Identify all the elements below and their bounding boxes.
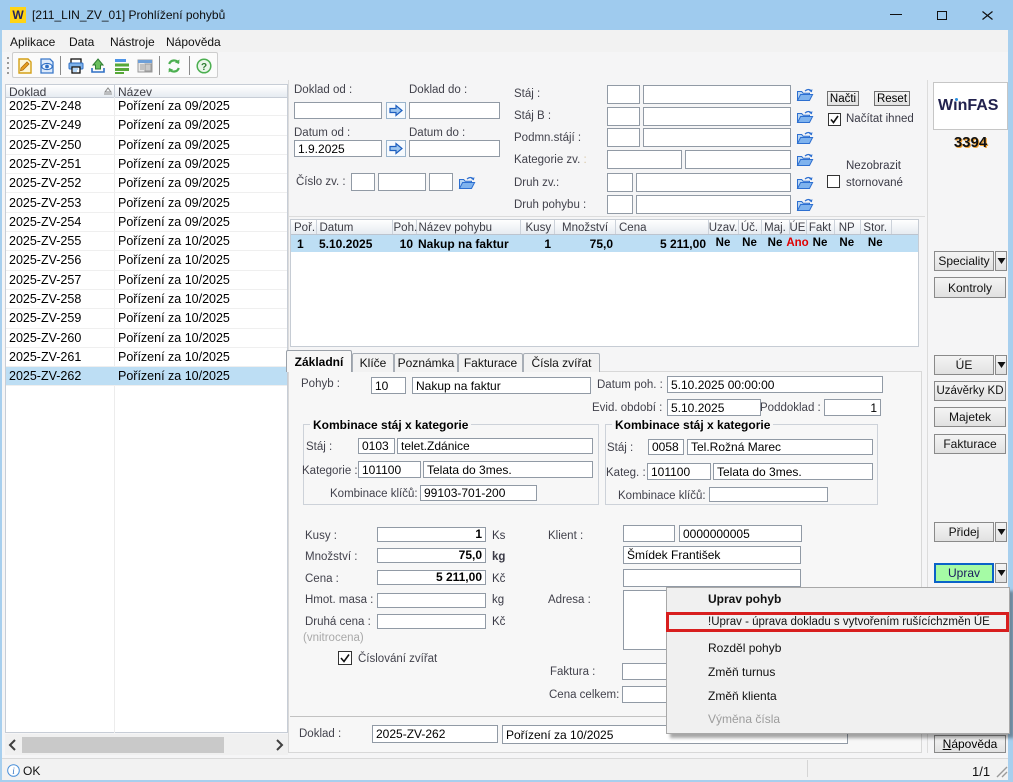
svg-text:?: ? (201, 62, 207, 73)
